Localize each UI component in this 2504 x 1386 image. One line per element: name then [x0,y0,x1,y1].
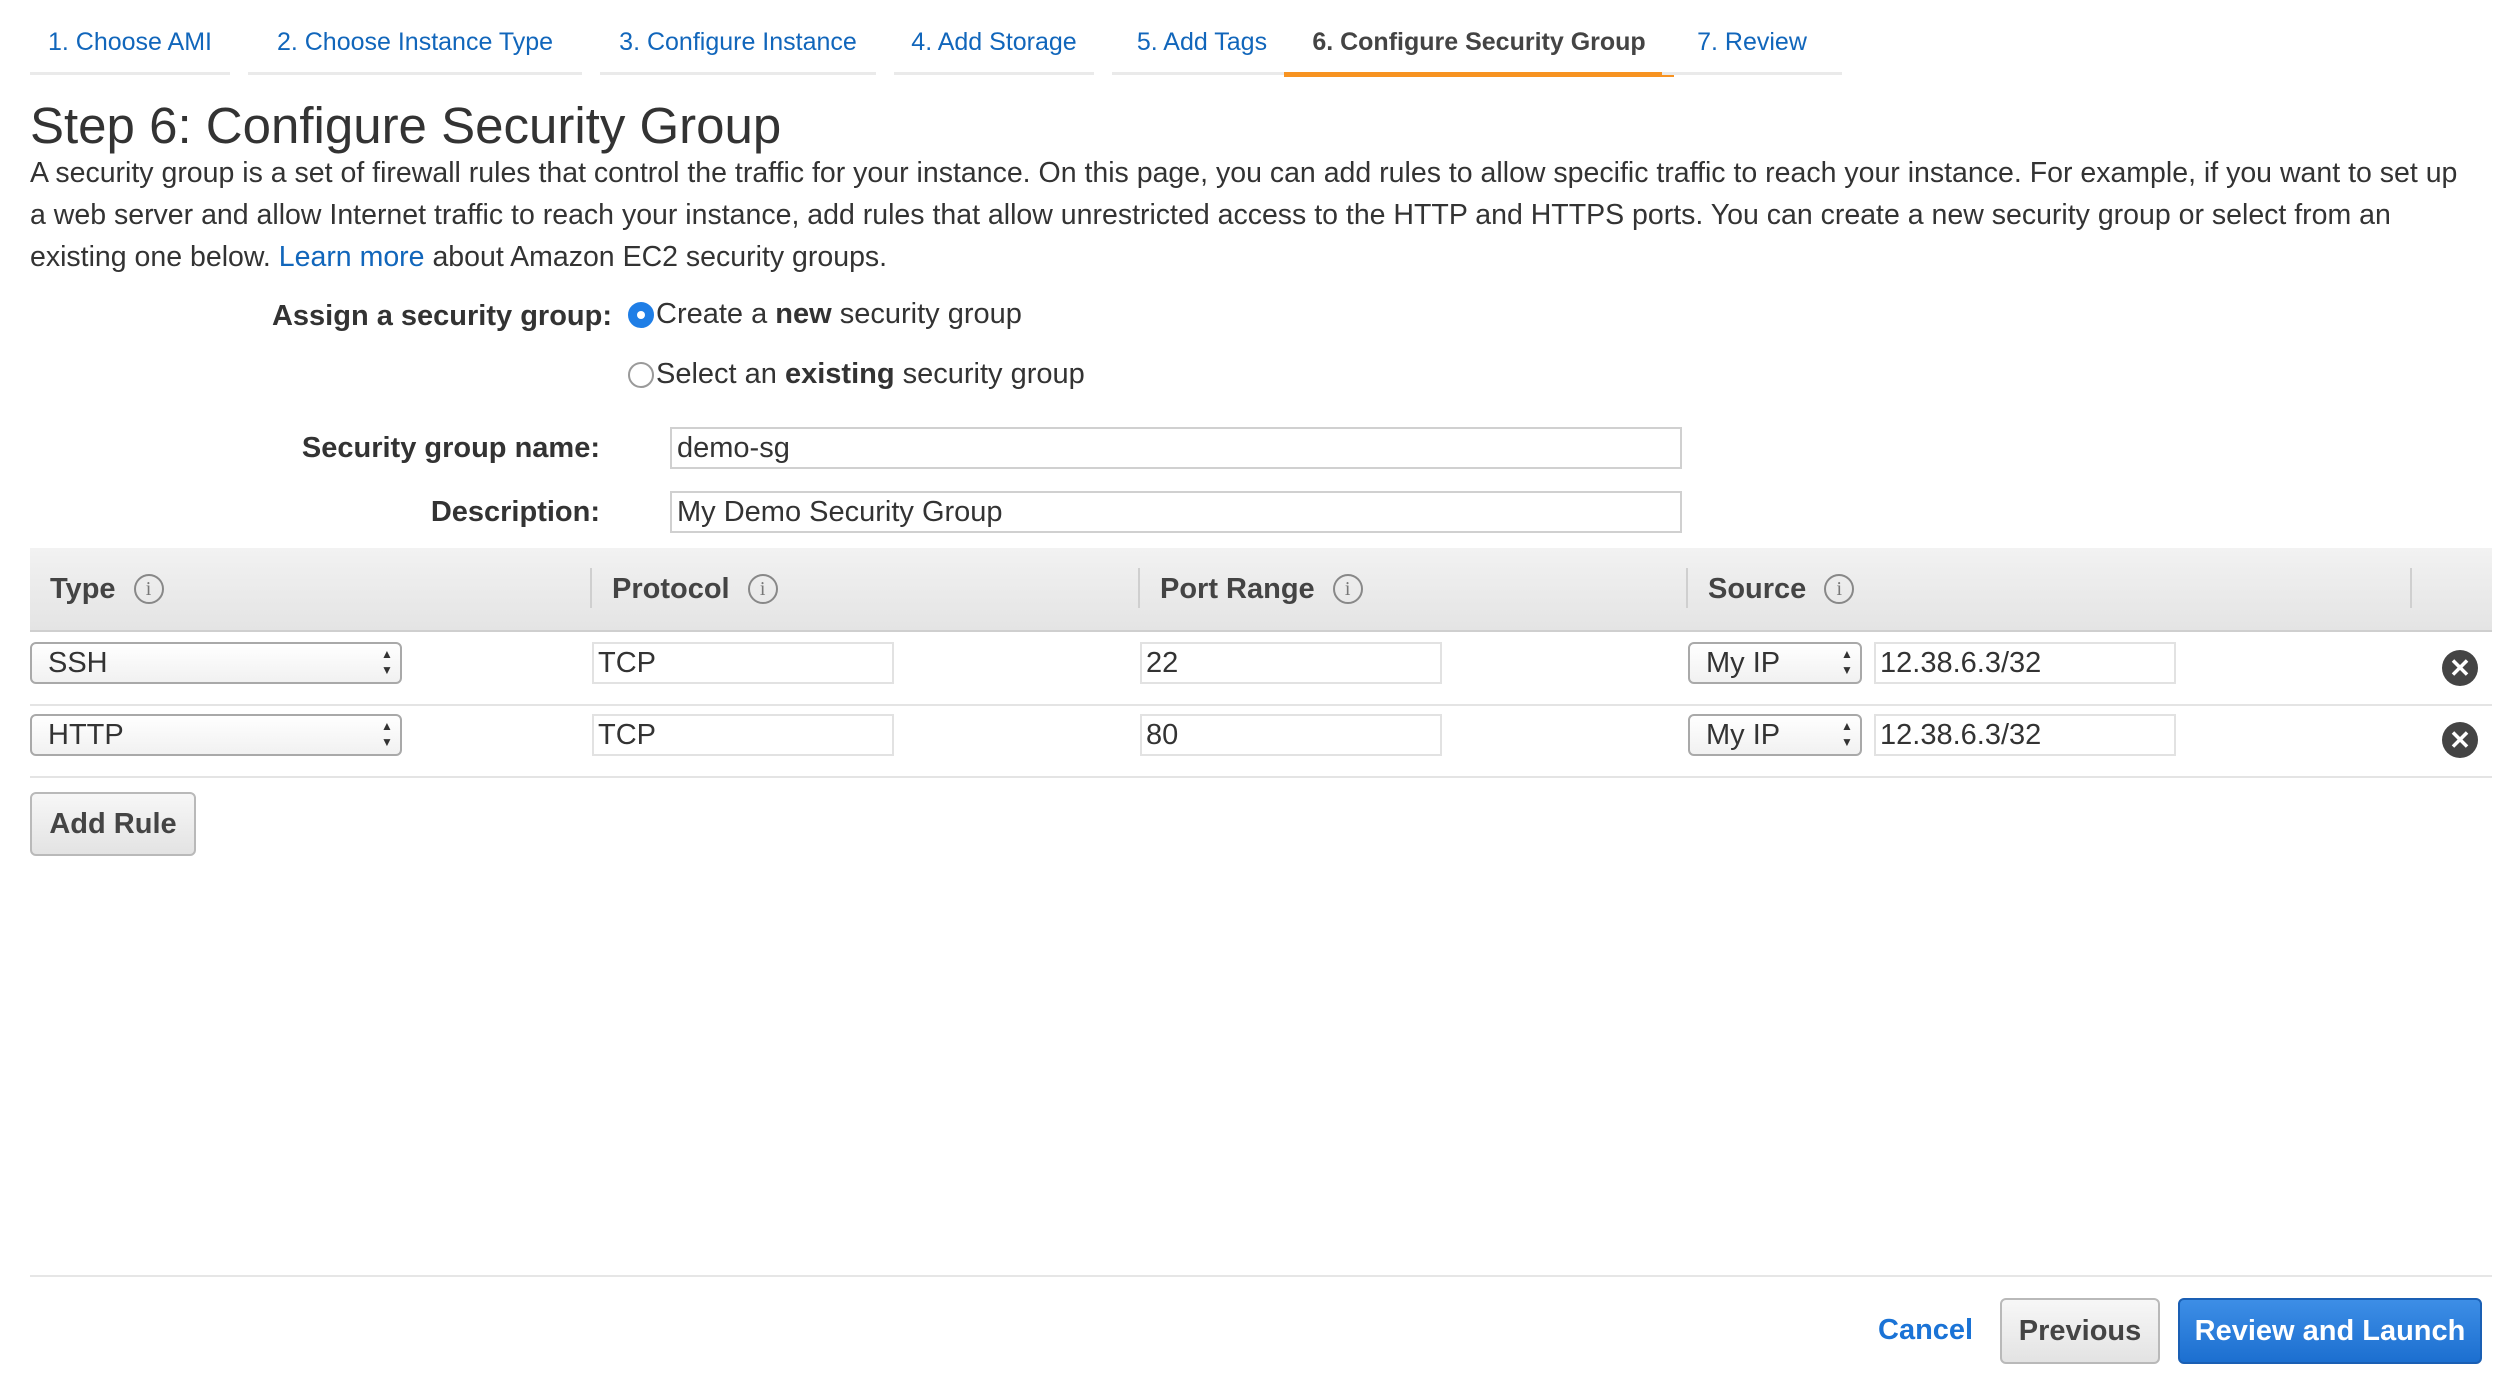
header-protocol-label: Protocol [612,573,730,605]
type-select[interactable]: SSH ▲ ▼ [30,642,402,684]
header-source: Source i [1708,548,1855,630]
header-type: Type i [50,548,164,630]
radio-select-existing[interactable] [628,361,654,388]
cancel-button[interactable]: Cancel [1878,1314,1973,1347]
header-type-label: Type [50,573,116,605]
source-cidr-field[interactable]: 12.38.6.3/32 [1874,714,2176,756]
remove-rule-icon[interactable]: ✕ [2442,722,2478,758]
security-group-name-label: Security group name: [301,432,600,464]
column-divider [1138,568,1140,608]
learn-more-suffix: about Amazon EC2 security groups. [432,241,888,273]
select-arrows-icon: ▲ ▼ [381,719,393,749]
source-type-value: My IP [1706,719,1781,751]
header-port-range: Port Range i [1160,548,1363,630]
info-icon[interactable]: i [1824,574,1855,604]
protocol-field[interactable]: TCP [592,714,894,756]
type-select[interactable]: HTTP ▲ ▼ [30,714,402,756]
assign-security-group-label: Assign a security group: [271,300,612,332]
option-create-new[interactable]: Create a new security group [628,298,1022,331]
header-port-range-label: Port Range [1160,573,1315,605]
tab-choose-ami[interactable]: 1. Choose AMI [30,22,230,75]
tab-label: 1. Choose AMI [48,28,212,56]
tab-label: 5. Add Tags [1136,28,1268,56]
tab-label: 6. Configure Security Group [1312,28,1646,56]
select-arrows-icon: ▲ ▼ [1841,647,1853,677]
source-select[interactable]: My IP ▲ ▼ [1688,714,1862,756]
header-source-label: Source [1708,573,1807,605]
option-bold-text: existing [784,358,895,390]
select-arrows-icon: ▲ ▼ [1841,719,1853,749]
tab-choose-instance-type[interactable]: 2. Choose Instance Type [248,22,582,75]
header-protocol: Protocol i [612,548,778,630]
footer-divider [30,1275,2492,1277]
review-and-launch-button[interactable]: Review and Launch [2178,1298,2482,1364]
rules-table-header: Type i Protocol i Port Range i Source i [30,548,2492,632]
tab-label: 3. Configure Instance [619,28,857,56]
tab-configure-instance[interactable]: 3. Configure Instance [600,22,876,75]
description-label: Description: [430,496,600,528]
tab-configure-security-group[interactable]: 6. Configure Security Group [1284,22,1674,77]
learn-more-link[interactable]: Learn more [279,241,425,273]
option-text: security group [894,358,1085,390]
rule-row: HTTP ▲ ▼ TCP 80 My IP ▲ ▼ 12.38.6.3/32 ✕ [30,704,2492,778]
column-divider [590,568,592,608]
tab-add-tags[interactable]: 5. Add Tags [1112,22,1292,75]
column-divider [2410,568,2412,608]
type-value: HTTP [48,719,124,751]
tab-add-storage[interactable]: 4. Add Storage [894,22,1094,75]
remove-rule-icon[interactable]: ✕ [2442,650,2478,686]
description-input[interactable] [670,491,1682,533]
option-text: Select an [656,358,785,390]
port-range-field[interactable]: 22 [1140,642,1442,684]
tab-label: 4. Add Storage [911,28,1077,56]
option-select-existing[interactable]: Select an existing security group [628,358,1085,391]
previous-button[interactable]: Previous [2000,1298,2160,1364]
source-select[interactable]: My IP ▲ ▼ [1688,642,1862,684]
port-range-field[interactable]: 80 [1140,714,1442,756]
info-icon[interactable]: i [133,574,164,604]
select-arrows-icon: ▲ ▼ [381,647,393,677]
option-bold-text: new [775,298,832,330]
add-rule-button[interactable]: Add Rule [30,792,196,856]
tab-label: 2. Choose Instance Type [276,28,554,56]
option-text: Create a [656,298,776,330]
tab-label: 7. Review [1697,28,1807,56]
radio-create-new[interactable] [628,301,654,328]
security-group-name-input[interactable] [670,427,1682,469]
info-icon[interactable]: i [1332,574,1363,604]
tab-review[interactable]: 7. Review [1662,22,1842,75]
column-divider [1686,568,1688,608]
rule-row: SSH ▲ ▼ TCP 22 My IP ▲ ▼ 12.38.6.3/32 ✕ [30,632,2492,706]
page-title: Step 6: Configure Security Group [30,97,782,154]
source-type-value: My IP [1706,647,1781,679]
info-icon[interactable]: i [747,574,778,604]
page-description: A security group is a set of firewall ru… [30,152,2480,278]
option-text: security group [831,298,1022,330]
type-value: SSH [48,647,108,679]
source-cidr-field[interactable]: 12.38.6.3/32 [1874,642,2176,684]
protocol-field[interactable]: TCP [592,642,894,684]
